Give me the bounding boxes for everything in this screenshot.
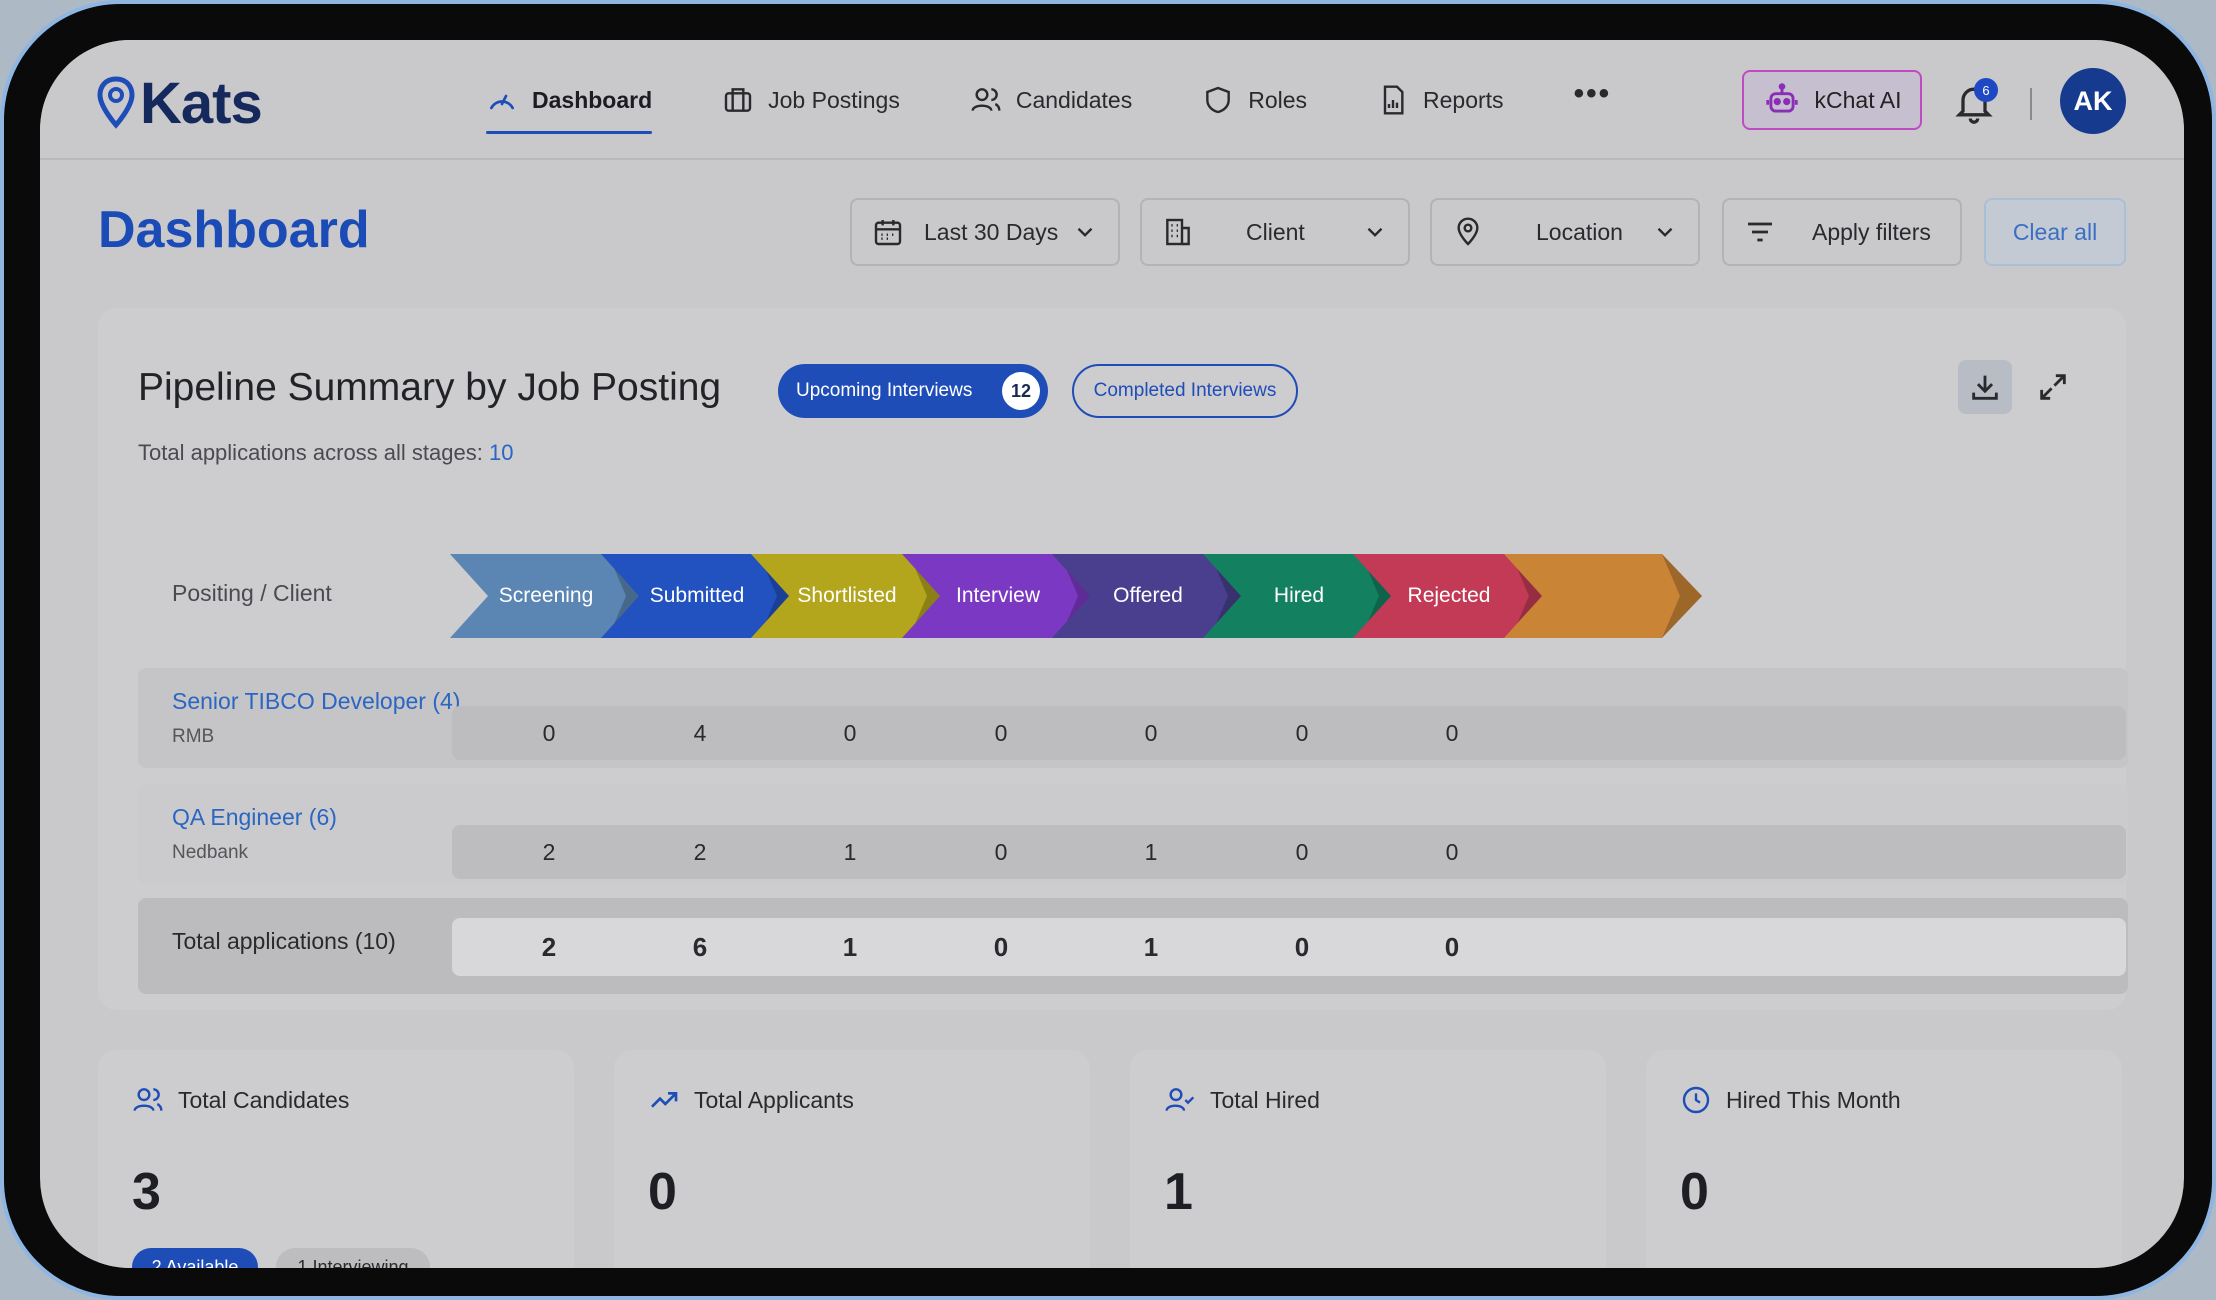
total-applications-label: Total applications (10): [172, 928, 396, 954]
available-badge: 2 Available: [132, 1248, 258, 1268]
map-pin-icon: [1457, 217, 1479, 246]
trending-up-icon: [651, 1092, 678, 1108]
completed-interviews-toggle[interactable]: Completed Interviews: [1072, 364, 1298, 418]
upcoming-interviews-label: Upcoming Interviews: [796, 380, 973, 401]
stat-value: 1: [1164, 1163, 1193, 1221]
nav-label: Roles: [1248, 86, 1308, 113]
kchat-label: kChat AI: [1814, 86, 1902, 113]
download-button[interactable]: [1958, 360, 2012, 414]
notification-count-badge: 6: [1974, 78, 1998, 102]
user-check-icon: [1165, 1088, 1195, 1112]
stat-value: 0: [648, 1163, 677, 1221]
date-range-value: Last 30 Days: [924, 218, 1059, 245]
upcoming-interviews-count: 12: [1002, 372, 1040, 410]
nav-job-postings[interactable]: Job Postings: [722, 40, 900, 160]
stage-label: [1504, 554, 1702, 638]
kchat-ai-button[interactable]: kChat AI: [1742, 70, 1922, 130]
posting-client: Nedbank: [172, 842, 249, 863]
posting-link[interactable]: Senior TIBCO Developer (4): [172, 688, 460, 715]
chevron-down-icon: [1657, 227, 1673, 237]
main-nav: Dashboard Job Postings Candidates Roles …: [486, 40, 1681, 160]
apply-filters-button[interactable]: Apply filters: [1722, 198, 1962, 266]
stat-title: Hired This Month: [1726, 1086, 1901, 1113]
page-title: Dashboard: [98, 201, 370, 259]
stage-count-cell[interactable]: [1506, 825, 2126, 879]
download-icon: [1972, 375, 1998, 400]
report-icon: [1383, 85, 1404, 115]
stat-header: Hired This Month: [1680, 1084, 1901, 1116]
stage-header-more: [1504, 554, 2126, 638]
stat-card-total-applicants: Total Applicants 0: [614, 1050, 1090, 1268]
calendar-icon: [874, 220, 902, 246]
nav-more-button[interactable]: •••: [1574, 40, 1612, 160]
nav-reports[interactable]: Reports: [1377, 40, 1504, 160]
pipeline-summary-card: Pipeline Summary by Job Posting Upcoming…: [98, 308, 2128, 1010]
nav-label: Dashboard: [532, 86, 653, 113]
app-screen: Kats Dashboard Job Postings Candidates R…: [40, 40, 2184, 1268]
stat-value: 3: [132, 1163, 161, 1221]
expand-button[interactable]: [2026, 360, 2080, 414]
device-frame: Kats Dashboard Job Postings Candidates R…: [0, 0, 2216, 1300]
location-pin-logo-icon: [97, 76, 135, 129]
chevron-down-icon: [1077, 227, 1093, 237]
nav-label: Job Postings: [768, 86, 900, 113]
clock-icon: [1682, 1086, 1710, 1114]
building-icon: [1166, 218, 1190, 246]
posting-client-column-header: Positing / Client: [172, 580, 332, 606]
pipeline-subtitle: Total applications across all stages: 10: [138, 440, 513, 466]
stat-card-hired-this-month: Hired This Month 0: [1646, 1050, 2122, 1268]
interviewing-badge: 1 Interviewing: [276, 1248, 430, 1268]
client-dropdown[interactable]: Client: [1140, 198, 1410, 266]
date-range-dropdown[interactable]: Last 30 Days: [850, 198, 1120, 266]
pipeline-title: Pipeline Summary by Job Posting: [138, 366, 722, 409]
nav-candidates[interactable]: Candidates: [970, 40, 1132, 160]
posting-link[interactable]: QA Engineer (6): [172, 804, 337, 831]
stat-header: Total Candidates: [132, 1084, 349, 1116]
nav-divider: [2030, 88, 2032, 120]
stat-card-total-candidates: Total Candidates 3 2 Available 1 Intervi…: [98, 1050, 574, 1268]
client-value: Client: [1246, 218, 1305, 245]
nav-label: Candidates: [1015, 86, 1133, 113]
apply-filters-label: Apply filters: [1812, 218, 1931, 245]
gauge-icon: [490, 94, 514, 110]
user-avatar[interactable]: AK: [2060, 68, 2126, 134]
more-dots-icon: •••: [1573, 77, 1612, 110]
nav-label: Reports: [1423, 86, 1504, 113]
stage-count-cell[interactable]: [1506, 706, 2126, 760]
nav-roles[interactable]: Roles: [1202, 40, 1307, 160]
expand-icon: [2040, 374, 2066, 400]
upcoming-interviews-toggle[interactable]: Upcoming Interviews 12: [778, 364, 1048, 418]
stat-header: Total Applicants: [648, 1084, 854, 1116]
stat-card-total-hired: Total Hired 1: [1130, 1050, 1606, 1268]
top-navigation-bar: Kats Dashboard Job Postings Candidates R…: [40, 40, 2184, 160]
shield-icon: [1206, 86, 1231, 114]
clear-all-button[interactable]: Clear all: [1984, 198, 2126, 266]
stat-header: Total Hired: [1164, 1084, 1320, 1116]
users-icon: [971, 88, 1001, 112]
total-count-cell: [1506, 918, 2126, 976]
subtitle-total-value: 10: [488, 440, 514, 465]
nav-dashboard[interactable]: Dashboard: [486, 40, 653, 160]
chevron-down-icon: [1367, 227, 1383, 237]
logo-text: Kats: [140, 71, 263, 136]
subtitle-prefix: Total applications across all stages:: [138, 440, 483, 465]
robot-icon: [1765, 83, 1798, 113]
posting-client: RMB: [172, 726, 215, 747]
filter-lines-icon: [1748, 222, 1772, 242]
stat-title: Total Candidates: [178, 1086, 350, 1113]
location-dropdown[interactable]: Location: [1430, 198, 1700, 266]
stat-title: Total Applicants: [694, 1086, 854, 1113]
location-value: Location: [1536, 218, 1623, 245]
briefcase-icon: [724, 88, 752, 112]
app-logo[interactable]: Kats: [96, 71, 263, 136]
stat-title: Total Hired: [1210, 1086, 1320, 1113]
users-icon: [133, 1088, 163, 1112]
stat-value: 0: [1680, 1163, 1709, 1221]
